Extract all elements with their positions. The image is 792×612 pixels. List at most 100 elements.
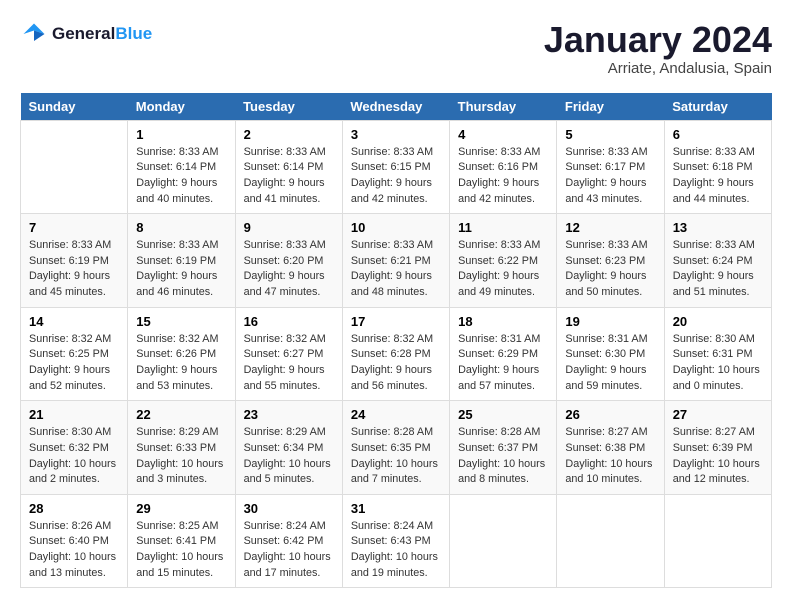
cell-content: Sunrise: 8:26 AMSunset: 6:40 PMDaylight:… [29,519,119,582]
calendar-cell: 20 Sunrise: 8:30 AMSunset: 6:31 PMDayligh… [664,307,771,401]
day-number: 2 [244,127,334,142]
cell-content: Sunrise: 8:27 AMSunset: 6:39 PMDaylight:… [673,425,763,488]
week-row-5: 28 Sunrise: 8:26 AMSunset: 6:40 PMDayligh… [21,494,772,588]
cell-content: Sunrise: 8:31 AMSunset: 6:30 PMDaylight:… [565,332,655,395]
cell-content: Sunrise: 8:32 AMSunset: 6:26 PMDaylight:… [136,332,226,395]
cell-content: Sunrise: 8:32 AMSunset: 6:27 PMDaylight:… [244,332,334,395]
day-number: 29 [136,501,226,516]
day-number: 1 [136,127,226,142]
cell-content: Sunrise: 8:33 AMSunset: 6:24 PMDaylight:… [673,238,763,301]
calendar-cell: 9 Sunrise: 8:33 AMSunset: 6:20 PMDaylight… [235,214,342,308]
cell-content: Sunrise: 8:33 AMSunset: 6:22 PMDaylight:… [458,238,548,301]
cell-content: Sunrise: 8:24 AMSunset: 6:42 PMDaylight:… [244,519,334,582]
day-number: 15 [136,314,226,329]
calendar-cell: 27 Sunrise: 8:27 AMSunset: 6:39 PMDayligh… [664,401,771,495]
day-number: 6 [673,127,763,142]
page-header: GeneralBlue January 2024 Arriate, Andalu… [20,20,772,77]
header-saturday: Saturday [664,93,771,121]
cell-content: Sunrise: 8:33 AMSunset: 6:19 PMDaylight:… [29,238,119,301]
calendar-cell: 4 Sunrise: 8:33 AMSunset: 6:16 PMDaylight… [450,120,557,214]
calendar-cell: 10 Sunrise: 8:33 AMSunset: 6:21 PMDayligh… [342,214,449,308]
day-number: 4 [458,127,548,142]
cell-content: Sunrise: 8:27 AMSunset: 6:38 PMDaylight:… [565,425,655,488]
calendar-cell: 19 Sunrise: 8:31 AMSunset: 6:30 PMDayligh… [557,307,664,401]
day-number: 17 [351,314,441,329]
calendar-cell: 16 Sunrise: 8:32 AMSunset: 6:27 PMDayligh… [235,307,342,401]
cell-content: Sunrise: 8:33 AMSunset: 6:18 PMDaylight:… [673,145,763,208]
calendar-cell: 24Sunrise: 8:28 AMSunset: 6:35 PMDayligh… [342,401,449,495]
cell-content: Sunrise: 8:33 AMSunset: 6:21 PMDaylight:… [351,238,441,301]
calendar-cell: 2Sunrise: 8:33 AMSunset: 6:14 PMDaylight… [235,120,342,214]
day-number: 5 [565,127,655,142]
calendar-cell: 29 Sunrise: 8:25 AMSunset: 6:41 PMDayligh… [128,494,235,588]
calendar-table: SundayMondayTuesdayWednesdayThursdayFrid… [20,93,772,589]
calendar-cell [557,494,664,588]
calendar-cell: 8Sunrise: 8:33 AMSunset: 6:19 PMDaylight… [128,214,235,308]
header-thursday: Thursday [450,93,557,121]
day-number: 14 [29,314,119,329]
cell-content: Sunrise: 8:32 AMSunset: 6:28 PMDaylight:… [351,332,441,395]
calendar-cell: 25 Sunrise: 8:28 AMSunset: 6:37 PMDayligh… [450,401,557,495]
day-number: 16 [244,314,334,329]
header-wednesday: Wednesday [342,93,449,121]
cell-content: Sunrise: 8:30 AMSunset: 6:31 PMDaylight:… [673,332,763,395]
day-number: 24 [351,407,441,422]
day-number: 10 [351,220,441,235]
cell-content: Sunrise: 8:25 AMSunset: 6:41 PMDaylight:… [136,519,226,582]
day-number: 20 [673,314,763,329]
cell-content: Sunrise: 8:29 AMSunset: 6:33 PMDaylight:… [136,425,226,488]
day-number: 18 [458,314,548,329]
cell-content: Sunrise: 8:33 AMSunset: 6:15 PMDaylight:… [351,145,441,208]
week-row-1: 1Sunrise: 8:33 AMSunset: 6:14 PMDaylight… [21,120,772,214]
day-number: 28 [29,501,119,516]
week-row-4: 21 Sunrise: 8:30 AMSunset: 6:32 PMDayligh… [21,401,772,495]
day-number: 27 [673,407,763,422]
cell-content: Sunrise: 8:28 AMSunset: 6:37 PMDaylight:… [458,425,548,488]
calendar-cell: 7Sunrise: 8:33 AMSunset: 6:19 PMDaylight… [21,214,128,308]
calendar-cell [664,494,771,588]
cell-content: Sunrise: 8:33 AMSunset: 6:20 PMDaylight:… [244,238,334,301]
day-number: 26 [565,407,655,422]
calendar-cell: 21 Sunrise: 8:30 AMSunset: 6:32 PMDayligh… [21,401,128,495]
header-tuesday: Tuesday [235,93,342,121]
logo-icon [20,20,48,48]
header-monday: Monday [128,93,235,121]
header-friday: Friday [557,93,664,121]
month-title: January 2024 [544,20,772,60]
day-number: 8 [136,220,226,235]
week-row-2: 7Sunrise: 8:33 AMSunset: 6:19 PMDaylight… [21,214,772,308]
cell-content: Sunrise: 8:24 AMSunset: 6:43 PMDaylight:… [351,519,441,582]
calendar-cell: 18Sunrise: 8:31 AMSunset: 6:29 PMDayligh… [450,307,557,401]
calendar-cell: 28 Sunrise: 8:26 AMSunset: 6:40 PMDayligh… [21,494,128,588]
calendar-cell: 14 Sunrise: 8:32 AMSunset: 6:25 PMDayligh… [21,307,128,401]
day-number: 19 [565,314,655,329]
calendar-cell: 22Sunrise: 8:29 AMSunset: 6:33 PMDayligh… [128,401,235,495]
day-number: 21 [29,407,119,422]
cell-content: Sunrise: 8:33 AMSunset: 6:16 PMDaylight:… [458,145,548,208]
logo-text: GeneralBlue [52,24,152,44]
logo: GeneralBlue [20,20,152,48]
calendar-cell: 13 Sunrise: 8:33 AMSunset: 6:24 PMDayligh… [664,214,771,308]
calendar-cell [21,120,128,214]
location: Arriate, Andalusia, Spain [544,60,772,77]
cell-content: Sunrise: 8:33 AMSunset: 6:17 PMDaylight:… [565,145,655,208]
cell-content: Sunrise: 8:30 AMSunset: 6:32 PMDaylight:… [29,425,119,488]
day-number: 25 [458,407,548,422]
day-number: 30 [244,501,334,516]
title-block: January 2024 Arriate, Andalusia, Spain [544,20,772,77]
calendar-cell: 26 Sunrise: 8:27 AMSunset: 6:38 PMDayligh… [557,401,664,495]
day-number: 11 [458,220,548,235]
calendar-cell: 1Sunrise: 8:33 AMSunset: 6:14 PMDaylight… [128,120,235,214]
calendar-cell: 15 Sunrise: 8:32 AMSunset: 6:26 PMDayligh… [128,307,235,401]
day-number: 23 [244,407,334,422]
header-row: SundayMondayTuesdayWednesdayThursdayFrid… [21,93,772,121]
cell-content: Sunrise: 8:32 AMSunset: 6:25 PMDaylight:… [29,332,119,395]
calendar-cell: 31 Sunrise: 8:24 AMSunset: 6:43 PMDayligh… [342,494,449,588]
calendar-cell: 17 Sunrise: 8:32 AMSunset: 6:28 PMDayligh… [342,307,449,401]
calendar-cell: 3Sunrise: 8:33 AMSunset: 6:15 PMDaylight… [342,120,449,214]
header-sunday: Sunday [21,93,128,121]
day-number: 13 [673,220,763,235]
day-number: 9 [244,220,334,235]
cell-content: Sunrise: 8:29 AMSunset: 6:34 PMDaylight:… [244,425,334,488]
day-number: 31 [351,501,441,516]
